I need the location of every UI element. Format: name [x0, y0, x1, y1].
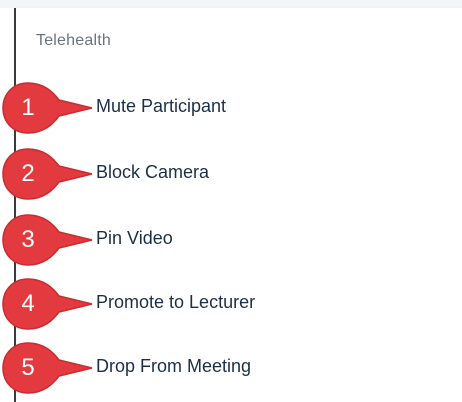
menu-item-label: Drop From Meeting [96, 355, 252, 376]
menu-item-label: Mute Participant [96, 95, 227, 116]
screenshot-stage: Telehealth Mute Participant Block Camera… [0, 0, 462, 402]
menu-item-pin-video[interactable]: Pin Video [96, 218, 426, 258]
menu-header: Telehealth [36, 32, 111, 49]
menu-item-mute-participant[interactable]: Mute Participant [96, 86, 426, 126]
callout-number: 5 [21, 354, 35, 381]
menu-item-drop-from-meeting[interactable]: Drop From Meeting [96, 346, 426, 386]
callout-marker-icon: 3 [0, 212, 98, 268]
callout-number: 1 [21, 94, 35, 121]
menu-item-label: Block Camera [96, 161, 210, 182]
callout-number: 3 [21, 226, 35, 253]
top-background [0, 0, 462, 8]
callout-marker-icon: 1 [0, 80, 98, 136]
menu-item-label: Promote to Lecturer [96, 291, 256, 312]
menu-item-label: Pin Video [96, 227, 173, 248]
callout-marker-icon: 4 [0, 276, 98, 332]
callout-marker-icon: 2 [0, 146, 98, 202]
menu-item-promote-to-lecturer[interactable]: Promote to Lecturer [96, 282, 426, 322]
callout-number: 2 [21, 160, 35, 187]
callout-marker-icon: 5 [0, 340, 98, 396]
callout-number: 4 [21, 290, 35, 317]
menu-item-block-camera[interactable]: Block Camera [96, 152, 426, 192]
